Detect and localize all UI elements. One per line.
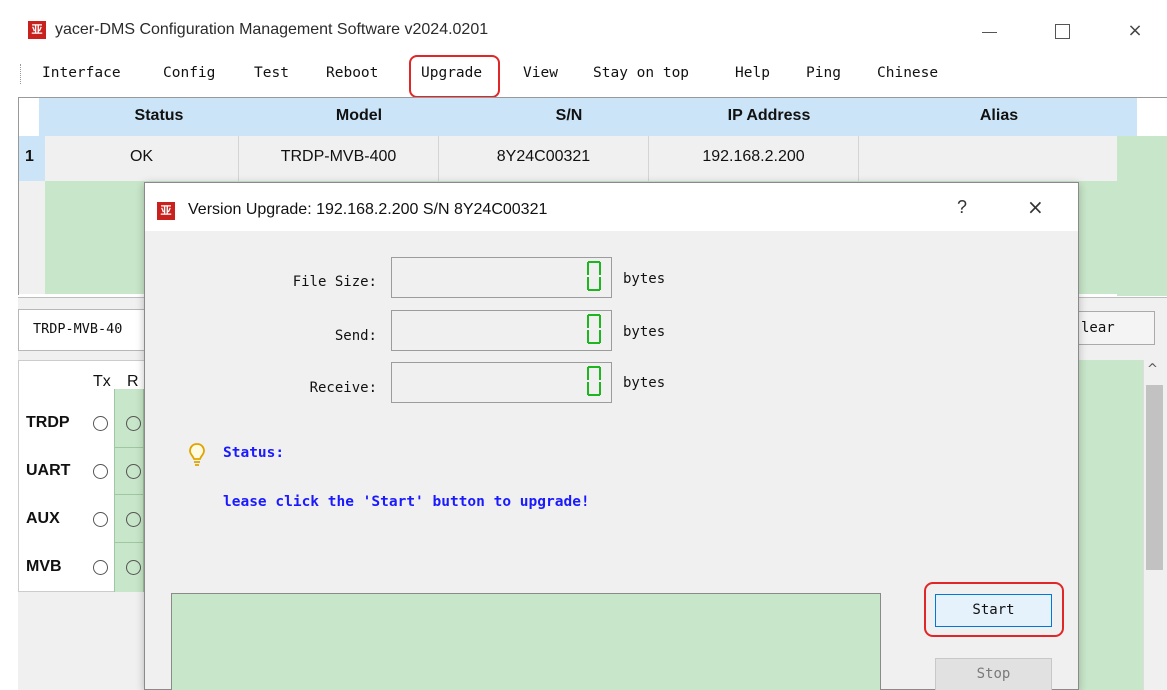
cell-ip: 192.168.2.200 <box>649 136 859 181</box>
scroll-thumb[interactable] <box>1146 385 1163 570</box>
dialog-logo-icon: 亚 <box>157 202 175 220</box>
app-logo-icon: 亚 <box>28 21 46 39</box>
receive-unit: bytes <box>623 375 666 391</box>
table-header: Status Model S/N IP Address Alias <box>39 98 1137 136</box>
cell-model: TRDP-MVB-400 <box>239 136 439 181</box>
interface-label-uart: UART <box>26 462 71 479</box>
dialog-title: Version Upgrade: 192.168.2.200 S/N 8Y24C… <box>188 201 548 218</box>
menu-help[interactable]: Help <box>735 65 770 81</box>
lightbulb-icon <box>189 443 205 466</box>
table-right-area <box>1117 136 1167 296</box>
mvb-rx-indicator-icon <box>126 560 141 575</box>
menu-test[interactable]: Test <box>254 65 289 81</box>
menu-grip <box>20 64 22 84</box>
file-size-unit: bytes <box>623 271 666 287</box>
menu-stay-on-top[interactable]: Stay on top <box>593 65 689 81</box>
interface-label-aux: AUX <box>26 510 60 527</box>
dialog-title-bar: 亚 Version Upgrade: 192.168.2.200 S/N 8Y2… <box>145 183 1078 231</box>
table-corner <box>19 98 39 136</box>
lcd-segment <box>599 367 601 380</box>
indicator-panel: Tx R TRDP UART AUX MVB <box>18 360 159 592</box>
receive-label: Receive: <box>309 380 377 396</box>
send-label: Send: <box>334 328 377 344</box>
header-model[interactable]: Model <box>259 107 459 125</box>
dialog-close-icon[interactable]: × <box>1027 195 1044 219</box>
lcd-segment <box>588 289 600 291</box>
rx-column-header: R <box>127 373 139 390</box>
header-sn[interactable]: S/N <box>489 107 649 125</box>
device-name-field[interactable]: TRDP-MVB-40 <box>18 309 158 351</box>
lcd-digit <box>587 366 601 396</box>
close-icon[interactable]: × <box>1120 18 1150 44</box>
menu-reboot[interactable]: Reboot <box>326 65 378 81</box>
upgrade-log-area[interactable] <box>171 593 881 690</box>
trdp-tx-indicator-icon <box>93 416 108 431</box>
lcd-segment <box>587 262 589 275</box>
lcd-segment <box>588 342 600 344</box>
header-ip-address[interactable]: IP Address <box>669 107 869 125</box>
file-size-label: File Size: <box>292 274 377 290</box>
menu-view[interactable]: View <box>523 65 558 81</box>
interface-label-trdp: TRDP <box>26 414 70 431</box>
menu-interface[interactable]: Interface <box>42 65 121 81</box>
start-button-highlight <box>924 582 1064 637</box>
menu-bar: Interface Config Test Reboot Upgrade Vie… <box>0 58 1167 92</box>
menu-config[interactable]: Config <box>163 65 215 81</box>
status-message: lease click the 'Start' button to upgrad… <box>223 494 590 510</box>
lcd-segment <box>587 367 589 380</box>
interface-label-mvb: MVB <box>26 558 62 575</box>
lcd-digit <box>587 261 601 291</box>
uart-rx-indicator-icon <box>126 464 141 479</box>
table-row[interactable]: OK TRDP-MVB-400 8Y24C00321 192.168.2.200 <box>45 136 1117 181</box>
upgrade-menu-highlight <box>409 55 500 98</box>
header-alias[interactable]: Alias <box>899 107 1099 125</box>
send-unit: bytes <box>623 324 666 340</box>
help-icon[interactable]: ? <box>957 197 967 218</box>
lcd-segment <box>599 315 601 328</box>
row-number[interactable]: 1 <box>19 136 45 181</box>
header-status[interactable]: Status <box>59 107 259 125</box>
cell-sn: 8Y24C00321 <box>439 136 649 181</box>
mvb-tx-indicator-icon <box>93 560 108 575</box>
cell-alias <box>859 136 1117 181</box>
trdp-rx-indicator-icon <box>126 416 141 431</box>
lcd-digit <box>587 314 601 344</box>
file-size-display <box>391 257 612 298</box>
send-display <box>391 310 612 351</box>
status-label: Status: <box>223 445 285 461</box>
right-green-area <box>1078 360 1143 690</box>
lcd-segment <box>588 394 600 396</box>
lcd-segment <box>587 330 589 343</box>
menu-ping[interactable]: Ping <box>806 65 841 81</box>
aux-tx-indicator-icon <box>93 512 108 527</box>
tx-column-header: Tx <box>93 373 111 390</box>
title-bar: 亚 yacer-DMS Configuration Management Sof… <box>0 0 1167 58</box>
scroll-up-icon[interactable]: ^ <box>1147 362 1158 377</box>
maximize-icon[interactable] <box>1047 18 1077 44</box>
cell-status: OK <box>45 136 239 181</box>
uart-tx-indicator-icon <box>93 464 108 479</box>
receive-display <box>391 362 612 403</box>
lcd-segment <box>587 277 589 290</box>
stop-button[interactable]: Stop <box>935 658 1052 690</box>
lcd-segment <box>599 262 601 275</box>
indicator-divider <box>114 389 115 592</box>
menu-chinese[interactable]: Chinese <box>877 65 938 81</box>
aux-rx-indicator-icon <box>126 512 141 527</box>
minimize-icon[interactable] <box>975 18 1005 44</box>
window-title: yacer-DMS Configuration Management Softw… <box>55 21 489 38</box>
table-empty-gutter <box>19 181 45 294</box>
lcd-segment <box>587 315 589 328</box>
lcd-segment <box>587 382 589 395</box>
